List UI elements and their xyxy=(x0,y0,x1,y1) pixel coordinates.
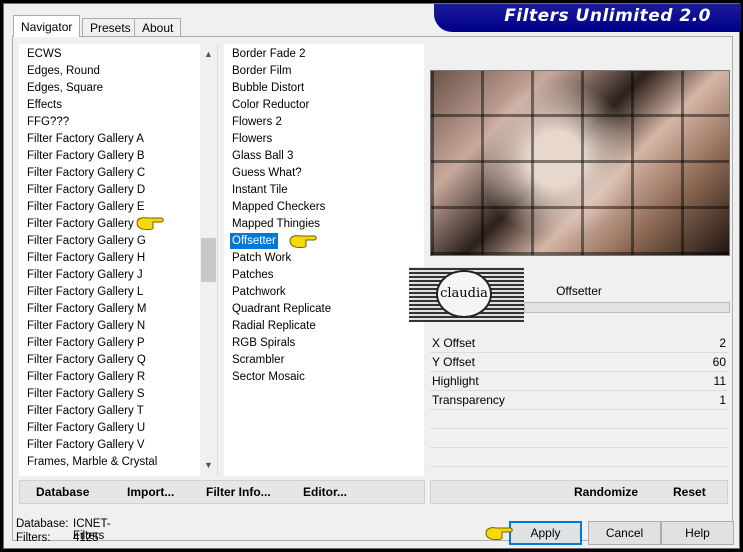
filter-info-button[interactable]: Filter Info... xyxy=(206,485,271,499)
filter-item[interactable]: Quadrant Replicate xyxy=(230,301,333,317)
parameter-value[interactable]: 60 xyxy=(713,353,726,371)
parameter-label: Transparency xyxy=(432,393,505,407)
category-item[interactable]: Filter Factory Gallery Q xyxy=(25,352,148,368)
category-scrollbar[interactable]: ▲ ▼ xyxy=(200,44,217,476)
category-item[interactable]: Filter Factory Gallery L xyxy=(25,284,145,300)
filter-item[interactable]: Patch Work xyxy=(230,250,293,266)
help-button[interactable]: Help xyxy=(661,521,734,545)
category-item[interactable]: Filter Factory Gallery P xyxy=(25,335,147,351)
apply-button[interactable]: Apply xyxy=(509,521,582,545)
filter-item[interactable]: Border Film xyxy=(230,63,293,79)
category-item[interactable]: Filter Factory Gallery S xyxy=(25,386,147,402)
category-item[interactable]: Filter Factory Gallery D xyxy=(25,182,147,198)
parameter-label: Highlight xyxy=(432,374,479,388)
filter-item[interactable]: Mapped Checkers xyxy=(230,199,327,215)
pointer-hand-icon xyxy=(485,527,513,540)
parameter-row[interactable]: X Offset 2 xyxy=(430,334,728,353)
parameter-value[interactable]: 1 xyxy=(719,391,726,409)
scroll-down-icon[interactable]: ▼ xyxy=(200,457,217,474)
pointer-hand-icon xyxy=(289,235,317,248)
status-database: Database: ICNET-Filters xyxy=(16,518,111,542)
filter-item[interactable]: Sector Mosaic xyxy=(230,369,307,385)
category-item[interactable]: Filter Factory Gallery V xyxy=(25,437,147,453)
parameter-row[interactable]: Highlight 11 xyxy=(430,372,728,391)
filter-item[interactable]: Offsetter xyxy=(230,233,278,249)
filter-name-bar xyxy=(524,302,730,313)
parameter-table: X Offset 2 Y Offset 60 Highlight 11 Transparen… xyxy=(430,334,728,486)
category-item[interactable]: Edges, Round xyxy=(25,63,102,79)
filter-item[interactable]: Glass Ball 3 xyxy=(230,148,295,164)
app-title: Filters Unlimited 2.0 xyxy=(504,6,711,26)
filter-item[interactable]: Radial Replicate xyxy=(230,318,318,334)
right-toolbar: Randomize Reset xyxy=(430,480,728,504)
filter-item[interactable]: Mapped Thingies xyxy=(230,216,322,232)
empty-parameter-row xyxy=(430,429,728,448)
tab-navigator[interactable]: Navigator xyxy=(13,15,81,37)
cancel-button[interactable]: Cancel xyxy=(588,521,661,545)
filter-item[interactable]: Patches xyxy=(230,267,276,283)
category-item[interactable]: Filter Factory Gallery E xyxy=(25,199,147,215)
category-item[interactable]: Filter Factory Gallery H xyxy=(25,250,147,266)
category-item[interactable]: Filter Factory Gallery R xyxy=(25,369,147,385)
database-label: Database: xyxy=(16,518,69,530)
empty-parameter-row xyxy=(430,448,728,467)
parameter-value[interactable]: 2 xyxy=(719,334,726,352)
tab-presets[interactable]: Presets xyxy=(82,18,139,36)
category-item[interactable]: FFG??? xyxy=(25,114,71,130)
category-item[interactable]: Filter Factory Gallery C xyxy=(25,165,147,181)
parameter-row[interactable]: Y Offset 60 xyxy=(430,353,728,372)
filter-item[interactable]: Color Reductor xyxy=(230,97,311,113)
title-banner: Filters Unlimited 2.0 xyxy=(434,4,741,32)
filter-item[interactable]: Instant Tile xyxy=(230,182,290,198)
category-item[interactable]: Filter Factory Gallery B xyxy=(25,148,147,164)
category-item[interactable]: Filter Factory Gallery J xyxy=(25,267,145,283)
pointer-hand-icon xyxy=(136,217,164,230)
filter-preview-image xyxy=(430,70,730,256)
scroll-thumb[interactable] xyxy=(201,238,216,282)
tab-about[interactable]: About xyxy=(134,18,182,36)
editor-button[interactable]: Editor... xyxy=(303,485,347,499)
filters-label: Filters: xyxy=(16,532,51,544)
filter-item[interactable]: Flowers xyxy=(230,131,274,147)
reset-button[interactable]: Reset xyxy=(673,485,706,499)
filter-item[interactable]: Bubble Distort xyxy=(230,80,306,96)
import-button[interactable]: Import... xyxy=(127,485,174,499)
parameter-row[interactable]: Transparency 1 xyxy=(430,391,728,410)
category-item[interactable]: Effects xyxy=(25,97,64,113)
category-item[interactable]: Filter Factory Gallery U xyxy=(25,420,147,436)
empty-parameter-row xyxy=(430,410,728,429)
category-item[interactable]: Filter Factory Gallery T xyxy=(25,403,146,419)
filter-item[interactable]: Scrambler xyxy=(230,352,286,368)
category-item[interactable]: Filter Factory Gallery A xyxy=(25,131,146,147)
category-item[interactable]: Filter Factory Gallery G xyxy=(25,233,148,249)
filter-item[interactable]: Flowers 2 xyxy=(230,114,284,130)
left-toolbar: Database Import... Filter Info... Editor… xyxy=(19,480,425,504)
filters-unlimited-window: Filters Unlimited 2.0 Navigator Presets … xyxy=(3,3,741,549)
selected-filter-name: Offsetter xyxy=(556,284,602,298)
parameter-value[interactable]: 11 xyxy=(714,372,726,390)
category-item[interactable]: Filter Factory Gallery M xyxy=(25,301,149,317)
category-item[interactable]: Edges, Square xyxy=(25,80,105,96)
status-filters: Filters: 4125 xyxy=(16,532,99,544)
filter-item[interactable]: Border Fade 2 xyxy=(230,46,308,62)
scroll-up-icon[interactable]: ▲ xyxy=(200,46,217,63)
category-item[interactable]: Filter Factory Gallery F xyxy=(25,216,146,232)
randomize-button[interactable]: Randomize xyxy=(574,485,638,499)
category-item[interactable]: ECWS xyxy=(25,46,64,62)
parameter-label: Y Offset xyxy=(432,355,475,369)
database-button[interactable]: Database xyxy=(36,485,89,499)
parameter-label: X Offset xyxy=(432,336,476,350)
filter-list[interactable]: Border Fade 2 Border Film Bubble Distort Co… xyxy=(224,44,424,476)
filter-item[interactable]: Patchwork xyxy=(230,284,288,300)
filter-item[interactable]: Guess What? xyxy=(230,165,304,181)
filters-count: 4125 xyxy=(73,532,99,544)
category-item[interactable]: Filter Factory Gallery N xyxy=(25,318,147,334)
filter-item[interactable]: RGB Spirals xyxy=(230,335,297,351)
category-item[interactable]: Frames, Marble & Crystal xyxy=(25,454,159,470)
category-list[interactable]: ECWS Edges, Round Edges, Square Effects FFG?… xyxy=(19,44,218,476)
